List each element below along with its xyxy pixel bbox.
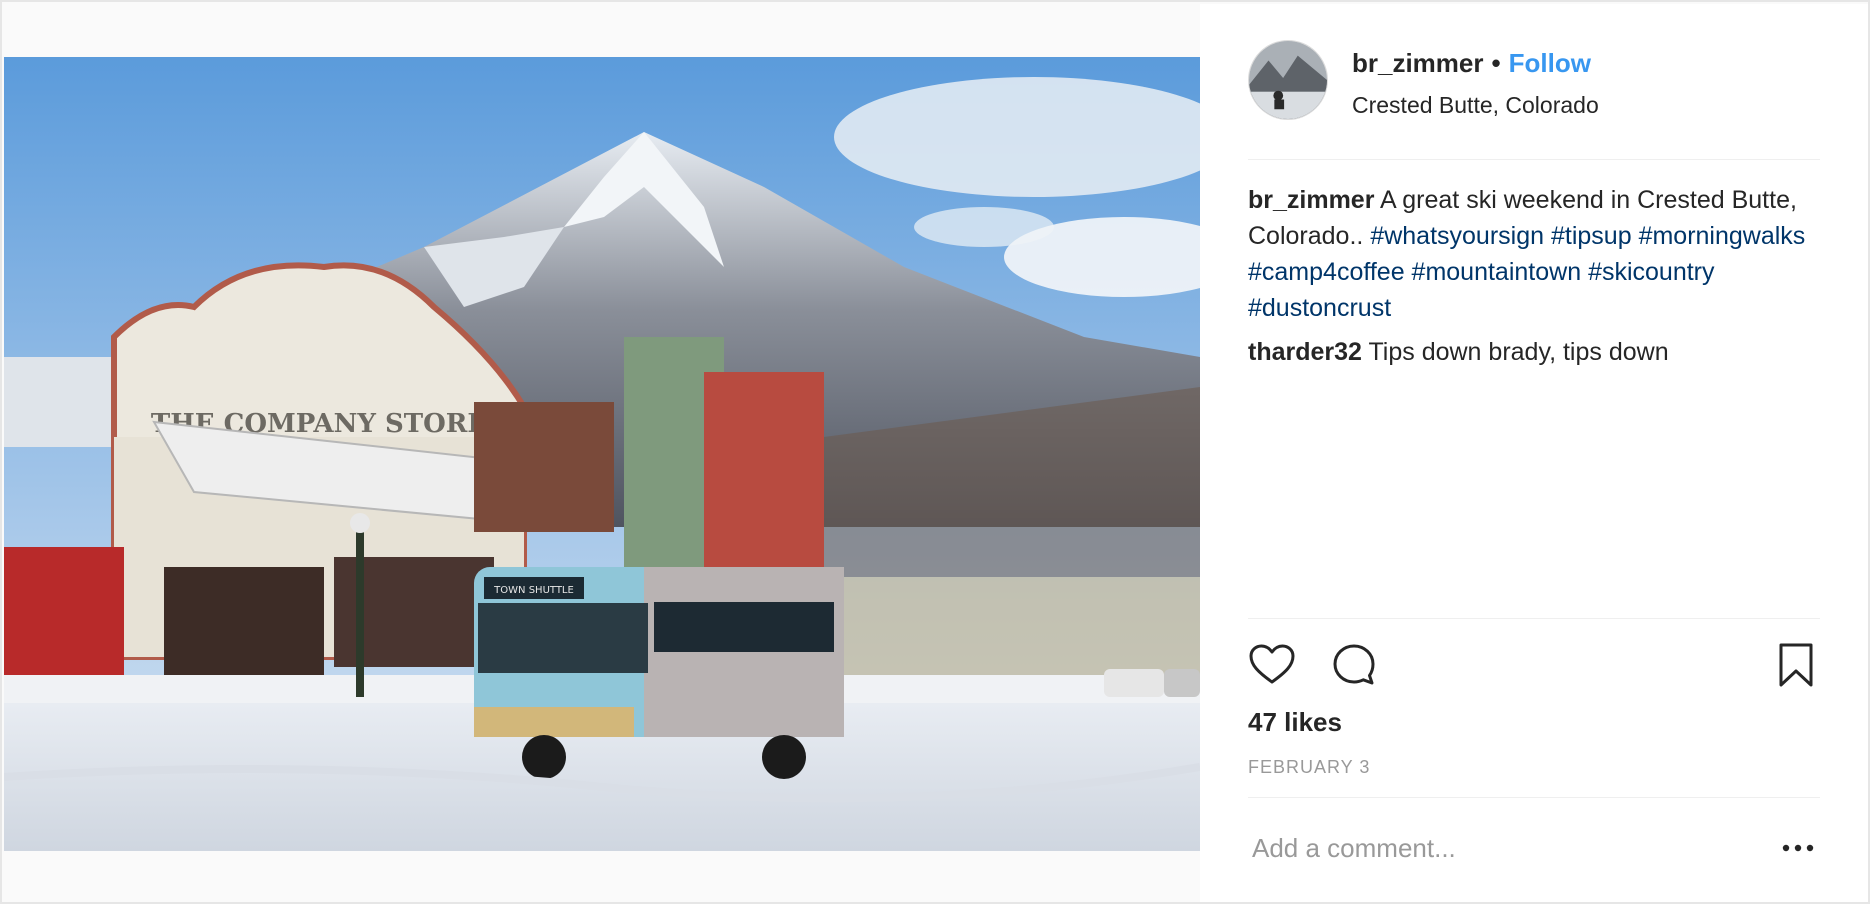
- post-frame: THE COMPANY STORE TOWN SHUTTLE br_zimmer…: [0, 0, 1870, 904]
- post-header: br_zimmer • Follow Crested Butte, Colorado: [1248, 40, 1820, 160]
- likes-count[interactable]: 47 likes: [1248, 707, 1342, 738]
- more-options-button: [1782, 844, 1814, 852]
- post-date[interactable]: FEBRUARY 3: [1248, 757, 1370, 778]
- caption-username[interactable]: br_zimmer: [1248, 186, 1374, 214]
- action-bar: 47 likes FEBRUARY 3: [1248, 618, 1820, 798]
- hashtag-link[interactable]: #whatsyoursign: [1370, 222, 1544, 250]
- like-button: [1249, 644, 1295, 684]
- header-username[interactable]: br_zimmer: [1352, 48, 1484, 78]
- comments-list: br_zimmer A great ski weekend in Crested…: [1248, 182, 1820, 378]
- hashtag-link[interactable]: #dustoncrust: [1248, 294, 1391, 322]
- add-comment-input[interactable]: [1252, 828, 1752, 868]
- hashtag-link[interactable]: #camp4coffee: [1248, 258, 1405, 286]
- heart-icon[interactable]: [1248, 641, 1296, 689]
- avatar[interactable]: [1248, 40, 1328, 120]
- header-separator: •: [1491, 48, 1501, 78]
- bus-sign: TOWN SHUTTLE: [493, 585, 574, 596]
- comment-username[interactable]: tharder32: [1248, 338, 1362, 366]
- location-link[interactable]: Crested Butte, Colorado: [1352, 92, 1599, 119]
- post-details-panel: br_zimmer • Follow Crested Butte, Colorado…: [1200, 4, 1868, 902]
- header-title-row: br_zimmer • Follow: [1352, 48, 1591, 79]
- comment-button: [1333, 644, 1375, 685]
- post-photo[interactable]: THE COMPANY STORE TOWN SHUTTLE: [4, 57, 1200, 851]
- speech-bubble-icon[interactable]: [1330, 641, 1378, 689]
- hashtag-link[interactable]: #tipsup: [1551, 222, 1632, 250]
- bookmark-icon[interactable]: [1772, 641, 1820, 689]
- hashtag-link[interactable]: #mountaintown: [1412, 258, 1582, 286]
- caption: br_zimmer A great ski weekend in Crested…: [1248, 182, 1820, 326]
- comment-text: Tips down brady, tips down: [1368, 338, 1669, 366]
- photo-crested-butte-street: THE COMPANY STORE TOWN SHUTTLE: [4, 57, 1200, 851]
- follow-button[interactable]: Follow: [1509, 48, 1591, 78]
- save-button: [1779, 643, 1813, 687]
- avatar-image: [1249, 41, 1327, 119]
- comment-item: tharder32 Tips down brady, tips down: [1248, 334, 1820, 370]
- add-comment-section: [1248, 810, 1820, 890]
- hashtag-link[interactable]: #skicountry: [1588, 258, 1714, 286]
- ellipsis-icon[interactable]: [1780, 834, 1816, 862]
- hashtag-link[interactable]: #morningwalks: [1639, 222, 1806, 250]
